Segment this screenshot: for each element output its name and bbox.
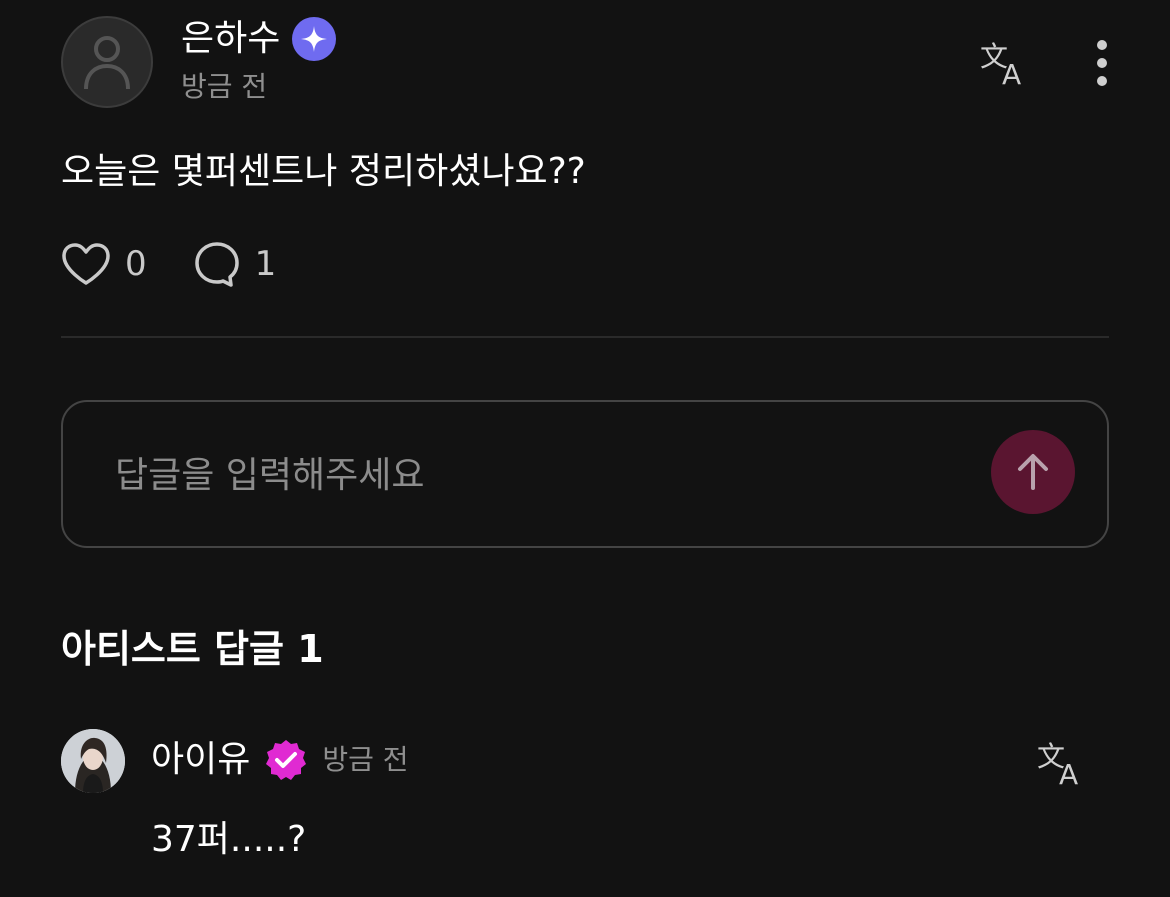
reply-input[interactable]	[113, 446, 937, 504]
translate-button[interactable]: 文 A	[978, 36, 1032, 90]
more-vertical-icon	[1097, 40, 1107, 86]
comment-count: 1	[254, 244, 277, 284]
translate-icon: 文 A	[980, 40, 1021, 90]
post-detail-page: 은하수 방금 전 文 A 오늘은 몇퍼센트나 정리하셨나요?? 0 1 답글을 …	[0, 0, 1170, 897]
svg-text:A: A	[1059, 758, 1078, 790]
artist-reply-text: 37퍼.....?	[151, 819, 307, 860]
divider	[61, 336, 1109, 338]
artist-reply-time: 방금 전	[322, 743, 409, 776]
more-options-button[interactable]	[1084, 36, 1120, 90]
reply-input-box	[61, 400, 1109, 548]
artist-avatar-image	[61, 729, 125, 793]
user-icon	[84, 36, 130, 90]
heart-icon	[62, 243, 110, 285]
post-stats: 0 1	[61, 240, 276, 288]
artist-name[interactable]: 아이유	[151, 736, 250, 784]
comment-button[interactable]: 1	[193, 240, 277, 288]
post-body: 오늘은 몇퍼센트나 정리하셨나요??	[61, 151, 586, 192]
svg-text:A: A	[1002, 58, 1021, 90]
reply-translate-button[interactable]: 文 A	[1035, 736, 1089, 790]
artist-replies-title: 아티스트 답글 1	[61, 627, 324, 671]
comment-icon	[194, 242, 239, 287]
sparkle-badge-icon	[292, 17, 337, 61]
arrow-up-icon	[1018, 454, 1048, 490]
author-name-row: 은하수	[181, 16, 337, 62]
author-avatar[interactable]	[61, 16, 153, 108]
translate-icon: 文 A	[1037, 740, 1078, 790]
artist-avatar[interactable]	[61, 729, 125, 793]
author-name[interactable]: 은하수	[181, 16, 280, 62]
post-time: 방금 전	[181, 70, 268, 103]
like-count: 0	[125, 244, 147, 284]
send-reply-button[interactable]	[991, 430, 1075, 514]
verified-badge-icon	[266, 740, 307, 780]
like-button[interactable]: 0	[61, 242, 147, 286]
artist-reply-header: 아이유 방금 전	[151, 736, 409, 784]
